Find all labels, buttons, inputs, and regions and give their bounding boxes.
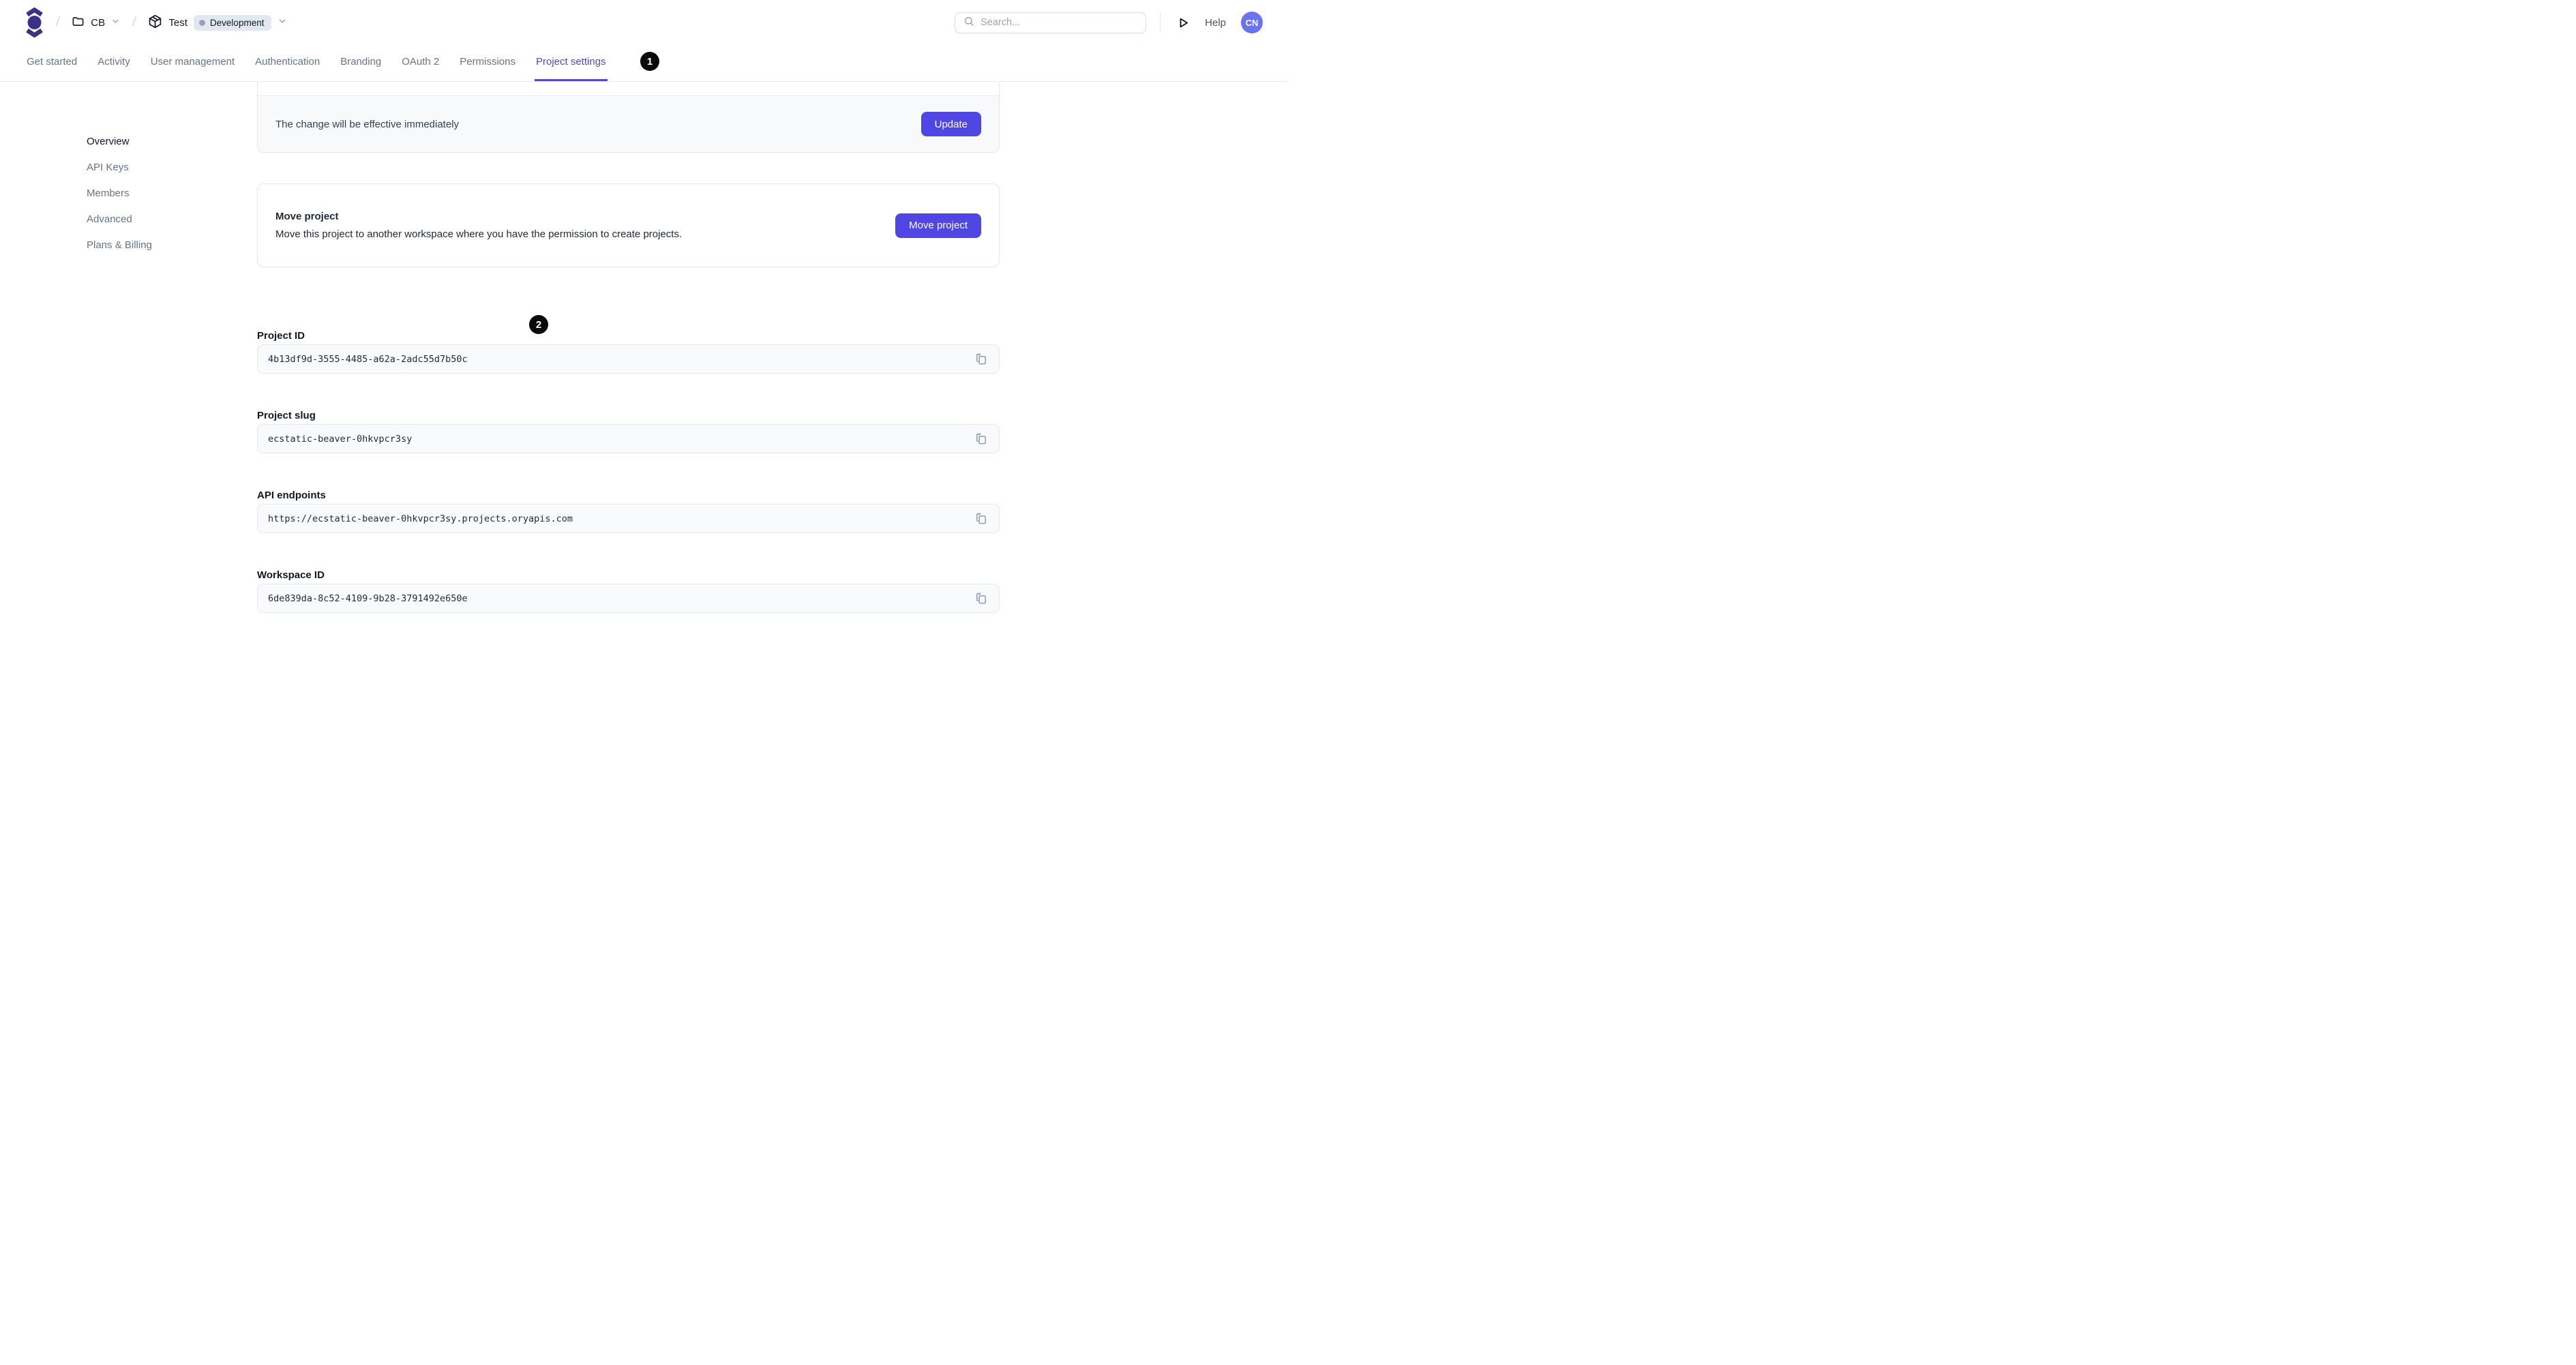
environment-label: Development — [209, 17, 265, 28]
move-project-text: Move project Move this project to anothe… — [275, 209, 682, 242]
project-slug-value: ecstatic-beaver-0hkvpcr3sy — [268, 433, 413, 445]
tab-activity[interactable]: Activity — [96, 44, 132, 81]
copy-icon[interactable] — [973, 590, 989, 607]
project-tabs: Get started Activity User management Aut… — [25, 44, 608, 81]
search-icon — [963, 16, 974, 30]
search-input[interactable] — [980, 17, 1138, 28]
environment-badge: Development — [193, 14, 272, 31]
copy-icon[interactable] — [973, 511, 989, 527]
package-icon — [148, 14, 162, 31]
project-id-label: Project ID — [257, 330, 305, 342]
api-endpoints-label: API endpoints — [257, 490, 326, 501]
sidebar-item-advanced[interactable]: Advanced — [87, 211, 216, 228]
workspace-id-value-box: 6de839da-8c52-4109-9b28-3791492e650e — [257, 584, 1000, 613]
project-settings-page: / CB / Test Development Search... Help C… — [0, 0, 1288, 682]
workspace-breadcrumb[interactable]: CB — [72, 15, 120, 31]
sidebar-item-plans-billing[interactable]: Plans & Billing — [87, 237, 216, 254]
workspace-name: CB — [91, 16, 106, 29]
project-slug-label: Project slug — [257, 410, 316, 421]
project-id-value-box: 4b13df9d-3555-4485-a62a-2adc55d7b50c — [257, 344, 1000, 374]
tab-user-management[interactable]: User management — [149, 44, 236, 81]
move-project-button[interactable]: Move project — [895, 213, 981, 238]
app-header: / CB / Test Development Search... Help C… — [0, 0, 1288, 82]
project-breadcrumb[interactable]: Test Development — [148, 14, 287, 31]
move-project-description: Move this project to another workspace w… — [275, 228, 683, 240]
header-actions: Help CN — [955, 12, 1263, 33]
avatar[interactable]: CN — [1241, 12, 1263, 33]
tab-permissions[interactable]: Permissions — [458, 44, 517, 81]
update-message: The change will be effective immediately — [275, 118, 460, 130]
project-name: Test — [168, 16, 188, 29]
project-slug-value-box: ecstatic-beaver-0hkvpcr3sy — [257, 424, 1000, 453]
folder-icon — [72, 15, 85, 31]
sidebar-item-api-keys[interactable]: API Keys — [87, 160, 216, 176]
breadcrumb-separator: / — [55, 15, 61, 29]
update-card: The change will be effective immediately… — [257, 82, 1000, 153]
tab-branding[interactable]: Branding — [339, 44, 383, 81]
help-link[interactable]: Help — [1205, 17, 1226, 29]
settings-main: The change will be effective immediately… — [257, 82, 1000, 648]
workspace-id-label: Workspace ID — [257, 569, 325, 581]
tab-project-settings[interactable]: Project settings — [534, 44, 608, 81]
breadcrumb: / CB / Test Development — [25, 7, 287, 38]
tab-authentication[interactable]: Authentication — [254, 44, 321, 81]
update-card-body — [258, 82, 999, 95]
copy-icon[interactable] — [973, 351, 989, 368]
sidebar-item-members[interactable]: Members — [87, 185, 216, 202]
api-endpoints-value-box: https://ecstatic-beaver-0hkvpcr3sy.proje… — [257, 504, 1000, 533]
project-id-field: Project ID 4b13df9d-3555-4485-a62a-2adc5… — [257, 329, 1000, 374]
tab-oauth2[interactable]: OAuth 2 — [400, 44, 440, 81]
search-box[interactable] — [955, 12, 1147, 33]
ory-logo-icon[interactable] — [25, 7, 44, 38]
annotation-badge-1: 1 — [640, 52, 659, 71]
project-slug-field: Project slug ecstatic-beaver-0hkvpcr3sy — [257, 409, 1000, 453]
move-project-title: Move project — [275, 210, 339, 222]
chevron-down-icon — [111, 17, 120, 29]
api-endpoints-field: API endpoints https://ecstatic-beaver-0h… — [257, 489, 1000, 533]
update-button[interactable]: Update — [920, 112, 981, 136]
project-id-value: 4b13df9d-3555-4485-a62a-2adc55d7b50c — [268, 353, 468, 365]
copy-icon[interactable] — [973, 431, 989, 447]
play-icon[interactable] — [1174, 14, 1193, 32]
update-card-footer: The change will be effective immediately… — [258, 95, 999, 152]
project-info-fields: Project ID 4b13df9d-3555-4485-a62a-2adc5… — [257, 329, 1000, 613]
sidebar-item-overview[interactable]: Overview — [87, 134, 216, 150]
api-endpoints-value: https://ecstatic-beaver-0hkvpcr3sy.proje… — [268, 513, 573, 524]
tab-get-started[interactable]: Get started — [25, 44, 78, 81]
move-project-card: Move project Move this project to anothe… — [257, 183, 1000, 267]
workspace-id-value: 6de839da-8c52-4109-9b28-3791492e650e — [268, 592, 468, 604]
breadcrumb-separator: / — [131, 15, 137, 29]
chevron-down-icon — [278, 16, 287, 29]
status-dot — [198, 19, 205, 26]
settings-sidebar: Overview API Keys Members Advanced Plans… — [87, 134, 216, 263]
top-bar: / CB / Test Development Search... Help C… — [0, 0, 1288, 45]
workspace-id-field: Workspace ID 6de839da-8c52-4109-9b28-379… — [257, 569, 1000, 613]
annotation-badge-2: 2 — [529, 315, 548, 334]
